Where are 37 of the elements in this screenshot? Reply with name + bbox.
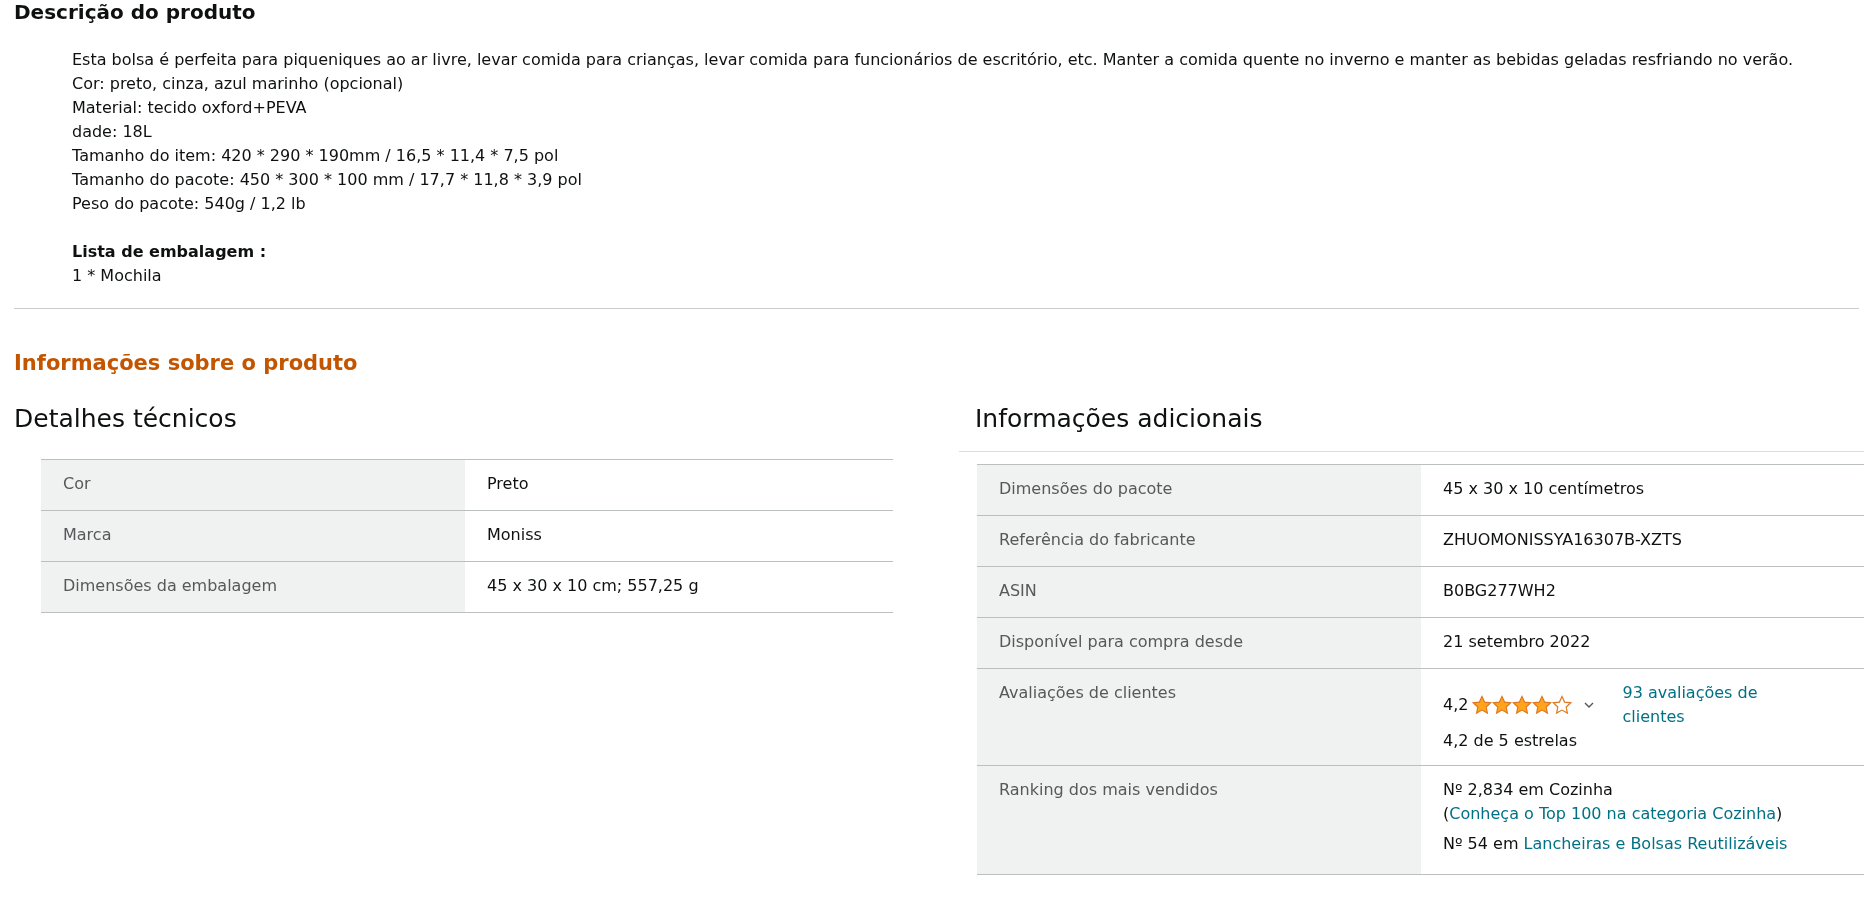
description-text: Tamanho do item: 420 * 290 * 190mm / 16,5 * 11,4 * 7,5 pol	[72, 145, 560, 167]
packing-list-item: 1 * Mochila	[72, 265, 163, 287]
table-cell: Referência do fabricante	[977, 515, 1421, 567]
description-text: Peso do pacote: 540g / 1,2 lb	[72, 193, 307, 215]
rating-summary: 4,2 de 5 estrelas	[1443, 730, 1578, 752]
table-cell: 45 x 30 x 10 cm; 557,25 g	[465, 561, 893, 613]
table-cell: B0BG277WH2	[1421, 566, 1864, 618]
category-link[interactable]: Conheça o Top 100 na categoria Cozinha	[1449, 804, 1777, 823]
description-text: dade: 18L	[72, 121, 153, 143]
description-text: Tamanho do pacote: 450 * 300 * 100 mm / 17,7 * 11,8 * 3,9 pol	[72, 169, 583, 191]
ranking-text: Nº 54 em Lancheiras e Bolsas Reutilizáveis	[1443, 833, 1789, 855]
table-cell: Dimensões da embalagem	[41, 561, 465, 613]
packing-list-heading: Lista de embalagem :	[72, 241, 268, 263]
table-cell: Ranking dos mais vendidos	[977, 765, 1421, 875]
rating-value: 4,2	[1443, 694, 1469, 716]
table-heading: Detalhes técnicos	[14, 403, 238, 435]
section-heading: Informações sobre o produto	[14, 350, 359, 377]
reviews-link[interactable]: 93 avaliações de clientes	[1622, 681, 1773, 729]
table-cell: ZHUOMONISSYA16307B-XZTS	[1421, 515, 1864, 567]
table-cell: Marca	[41, 510, 465, 562]
category-link[interactable]: Lancheiras e Bolsas Reutilizáveis	[1523, 834, 1788, 853]
table-cell: Preto	[465, 459, 893, 511]
table-cell: Disponível para compra desde	[977, 617, 1421, 669]
description-text: Esta bolsa é perfeita para piqueniques ao ar livre, levar comida para crianças, levar comida para funcionários de escritório, etc. Manter a comida quente no inverno e manter as bebidas geladas resfriando no verão.	[72, 49, 1794, 71]
table-cell: Moniss	[465, 510, 893, 562]
caret-icon[interactable]	[1584, 702, 1595, 708]
table-cell: Dimensões do pacote	[977, 464, 1421, 516]
table-cell: Avaliações de clientes	[977, 668, 1421, 766]
description-text: Material: tecido oxford+PEVA	[72, 97, 308, 119]
table-heading: Informações adicionais	[959, 403, 1864, 452]
ranking-text: Nº 2,834 em Cozinha (Conheça o Top 100 na categoria Cozinha)	[1443, 779, 1784, 825]
table-cell: 45 x 30 x 10 centímetros	[1421, 464, 1864, 516]
description-text: Cor: preto, cinza, azul marinho (opcional)	[72, 73, 405, 95]
table-cell: Cor	[41, 459, 465, 511]
table-cell: 21 setembro 2022	[1421, 617, 1864, 669]
table-cell: ASIN	[977, 566, 1421, 618]
section-heading: Descrição do produto	[14, 0, 257, 24]
